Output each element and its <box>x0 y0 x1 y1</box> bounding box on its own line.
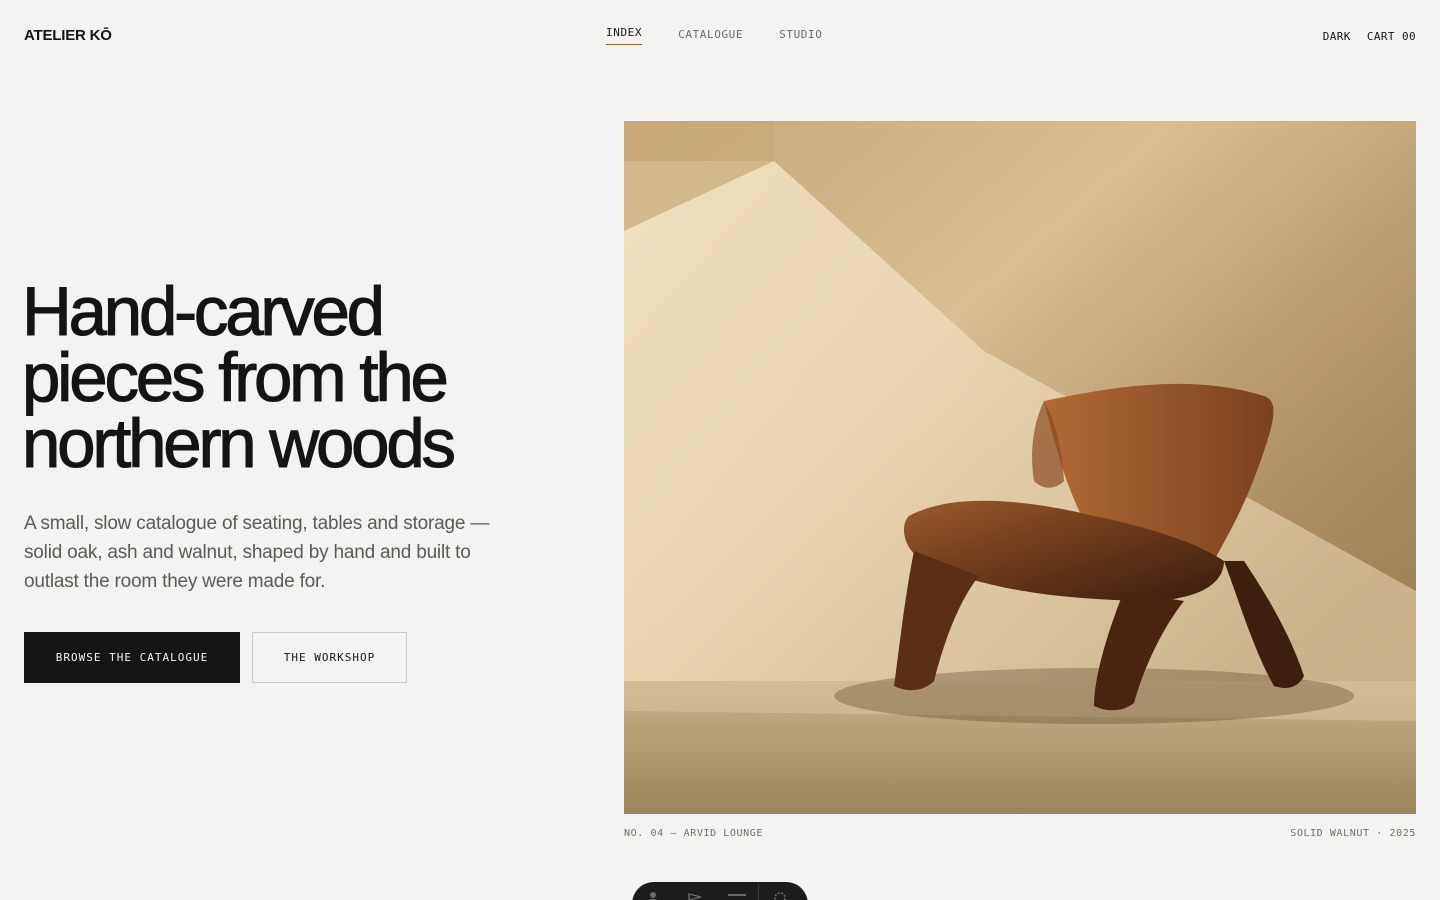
cart-count: 00 <box>1401 30 1416 43</box>
browse-catalogue-button[interactable]: BROWSE THE CATALOGUE <box>24 632 240 683</box>
nav-item-studio[interactable]: STUDIO <box>779 28 822 47</box>
workshop-button[interactable]: THE WORKSHOP <box>252 632 407 683</box>
settings-icon[interactable] <box>759 890 801 900</box>
featured-chair-image <box>624 121 1416 814</box>
pointer-icon[interactable] <box>674 890 716 900</box>
feature-caption-title: NO. 04 — ARVID LOUNGE <box>624 828 764 839</box>
nav-item-index[interactable]: INDEX <box>606 26 643 45</box>
theme-toggle[interactable]: DARK <box>1323 30 1351 43</box>
hero-subtitle: A small, slow catalogue of seating, tabl… <box>24 513 490 592</box>
floating-toolbar <box>632 882 808 900</box>
site-header: ATELIER KŌ INDEX CATALOGUE STUDIO DARK C… <box>0 0 1440 72</box>
cart-label: CART <box>1366 30 1395 43</box>
header-actions: DARK CART 00 <box>1323 30 1416 43</box>
hero-title: Hand-carved pieces from the northern woo… <box>21 276 582 478</box>
main-nav: INDEX CATALOGUE STUDIO <box>606 26 822 47</box>
menu-icon[interactable] <box>716 890 758 900</box>
chair-illustration <box>624 121 1416 814</box>
hero-title-line-3: northern woods <box>21 405 456 482</box>
cart-link[interactable]: CART 00 <box>1367 30 1416 43</box>
person-icon[interactable] <box>632 890 674 900</box>
nav-item-catalogue[interactable]: CATALOGUE <box>678 28 743 47</box>
feature-caption-material: SOLID WALNUT · 2025 <box>1290 828 1416 839</box>
brand-logo[interactable]: ATELIER KŌ <box>24 27 112 44</box>
